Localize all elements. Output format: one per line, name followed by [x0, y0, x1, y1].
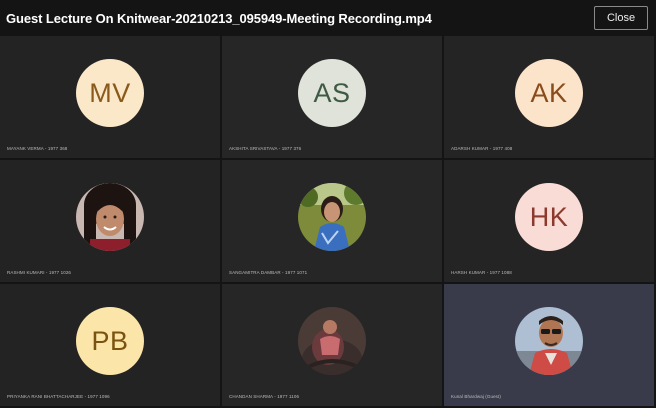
- participant-tile[interactable]: HK HARSH KUMAR - 1977 1088: [444, 160, 656, 284]
- participant-name: PRIYANKA RANI BHATTACHARJEE - 1977 1096: [7, 394, 110, 399]
- participant-grid: MV MAYANK VERMA - 1977 368 AS AKSHITA SR…: [0, 36, 656, 408]
- participant-avatar-initials: AK: [515, 59, 583, 127]
- participant-tile[interactable]: AK ADARSH KUMAR - 1977 408: [444, 36, 656, 160]
- participant-tile[interactable]: SANGAMITRA DAMBAR - 1977 1071: [222, 160, 444, 284]
- participant-name: HARSH KUMAR - 1977 1088: [451, 270, 512, 275]
- participant-name: MAYANK VERMA - 1977 368: [7, 146, 68, 151]
- participant-avatar-initials: MV: [76, 59, 144, 127]
- person-sitting-photo-icon: [298, 307, 366, 375]
- close-button[interactable]: Close: [594, 6, 648, 30]
- title-bar: Guest Lecture On Knitwear-20210213_09594…: [0, 0, 656, 36]
- participant-tile[interactable]: CHANDAN SHARMA - 1977 1106: [222, 284, 444, 408]
- participant-name: RASHMI KUMARI - 1977 1026: [7, 270, 72, 275]
- participant-tile[interactable]: AS AKSHITA SRIVASTAVA - 1977 376: [222, 36, 444, 160]
- participant-avatar-initials: AS: [298, 59, 366, 127]
- participant-name: SANGAMITRA DAMBAR - 1977 1071: [229, 270, 308, 275]
- participant-tile[interactable]: MV MAYANK VERMA - 1977 368: [0, 36, 222, 160]
- woman-outdoor-photo-icon: [298, 183, 366, 251]
- participant-tile[interactable]: RASHMI KUMARI - 1977 1026: [0, 160, 222, 284]
- participant-avatar-initials: PB: [76, 307, 144, 375]
- man-sunglasses-photo-icon: [515, 307, 583, 375]
- participant-name: ADARSH KUMAR - 1977 408: [451, 146, 513, 151]
- participant-tile-active-speaker[interactable]: Kunal Bhardwaj (Guest): [444, 284, 656, 408]
- woman-portrait-photo-icon: [76, 183, 144, 251]
- participant-name: CHANDAN SHARMA - 1977 1106: [229, 394, 300, 399]
- participant-name: AKSHITA SRIVASTAVA - 1977 376: [229, 146, 302, 151]
- participant-avatar-initials: HK: [515, 183, 583, 251]
- recording-title: Guest Lecture On Knitwear-20210213_09594…: [6, 10, 432, 26]
- participant-tile[interactable]: PB PRIYANKA RANI BHATTACHARJEE - 1977 10…: [0, 284, 222, 408]
- participant-name: Kunal Bhardwaj (Guest): [451, 394, 501, 399]
